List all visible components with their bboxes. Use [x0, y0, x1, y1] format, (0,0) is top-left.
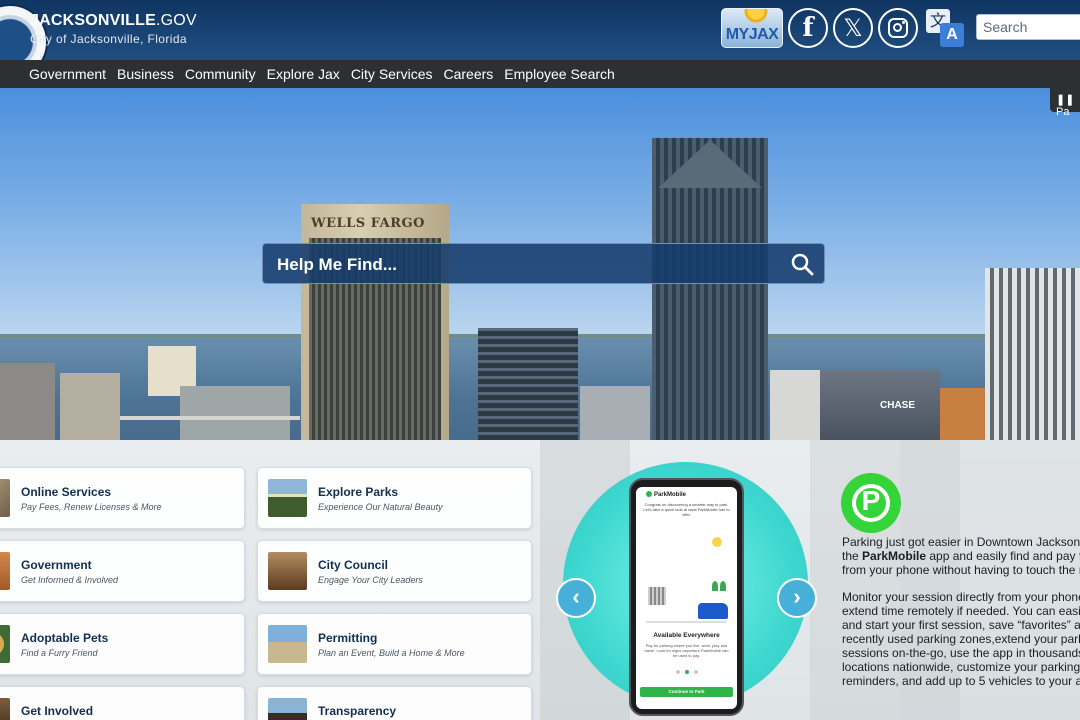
pm-line: locations nationwide, customize your par… [842, 660, 1080, 674]
card-subtitle: Pay Fees, Renew Licenses & More [21, 502, 162, 512]
parkmobile-logo: P [841, 473, 901, 533]
pm-line: Monitor your session directly from your … [842, 590, 1080, 604]
permitting-thumbnail [268, 625, 307, 663]
adoptable-pets-thumbnail [0, 625, 10, 663]
background-building [0, 363, 55, 440]
nav-item-community[interactable]: Community [185, 66, 256, 82]
background-building [180, 386, 290, 440]
card-subtitle: Find a Furry Friend [21, 648, 98, 658]
card-get-involved[interactable]: Get Involved [0, 686, 245, 720]
app-illustration [640, 531, 733, 629]
card-title: Government [21, 558, 92, 572]
pause-button[interactable]: ❚❚ Pa [1050, 88, 1080, 118]
wells-fargo-building: WELLS FARGO [301, 204, 449, 440]
background-building [60, 373, 120, 440]
nav-item-government[interactable]: Government [29, 66, 106, 82]
background-building [985, 268, 1080, 440]
background-building [940, 388, 986, 440]
translate-icon[interactable]: 文A [926, 9, 966, 49]
site-title-suffix: .GOV [155, 12, 197, 29]
building-sign: WELLS FARGO [311, 216, 425, 231]
carousel-next-button[interactable]: › [777, 578, 817, 618]
pm-line: sessions on-the-go, use the app in thous… [842, 646, 1080, 660]
card-adoptable-pets[interactable]: Adoptable Pets Find a Furry Friend [0, 613, 245, 675]
pm-line: from your phone without having to touch … [842, 563, 1080, 577]
main-nav: Government Business Community Explore Ja… [0, 60, 1080, 88]
card-online-services[interactable]: Online Services Pay Fees, Renew Licenses… [0, 467, 245, 529]
pm-line: and start your first session, save “favo… [842, 618, 1080, 632]
city-council-thumbnail [268, 552, 307, 590]
card-title: Transparency [318, 704, 397, 718]
government-thumbnail [0, 552, 10, 590]
nav-item-employee-search[interactable]: Employee Search [504, 66, 615, 82]
card-explore-parks[interactable]: Explore Parks Experience Our Natural Bea… [257, 467, 532, 529]
myjax-label: MYJAX [725, 26, 779, 43]
card-title: Get Involved [21, 704, 94, 718]
pm-line: Parking just got easier in Downtown Jack… [842, 535, 1080, 549]
card-title: Permitting [318, 631, 378, 645]
app-name: ParkMobile [646, 491, 686, 498]
facebook-icon[interactable]: f [788, 8, 828, 48]
continue-button: Continue to Park [640, 687, 733, 697]
site-title-main: JACKSONVILLE [30, 12, 156, 29]
instagram-icon[interactable] [878, 8, 918, 48]
online-services-thumbnail [0, 479, 10, 517]
card-subtitle: Engage Your City Leaders [318, 575, 423, 585]
myjax-button[interactable]: MYJAX [721, 8, 783, 48]
help-me-find-search[interactable]: Help Me Find... [262, 243, 825, 284]
card-subtitle: Plan an Event, Build a Home & More [318, 648, 465, 658]
phone-screen: ParkMobile Congrats on discovering a sma… [636, 487, 737, 709]
nav-item-city-services[interactable]: City Services [351, 66, 433, 82]
card-government[interactable]: Government Get Informed & Involved [0, 540, 245, 602]
background-building [580, 386, 650, 440]
card-title: Adoptable Pets [21, 631, 109, 645]
card-subtitle: Get Informed & Involved [21, 575, 119, 585]
card-city-council[interactable]: City Council Engage Your City Leaders [257, 540, 532, 602]
explore-parks-thumbnail [268, 479, 307, 517]
parkmobile-app-name: ParkMobile [862, 549, 927, 563]
app-description: Pay for parking where you live, work, pl… [644, 643, 729, 658]
card-transparency[interactable]: Transparency [257, 686, 532, 720]
pm-line: extend time remotely if needed. You can … [842, 604, 1080, 618]
nav-item-careers[interactable]: Careers [444, 66, 494, 82]
tower-spire [658, 140, 762, 188]
x-icon[interactable]: 𝕏 [833, 8, 873, 48]
site-title[interactable]: JACKSONVILLE.GOV [30, 12, 197, 30]
transparency-thumbnail [268, 698, 307, 720]
pm-line: reminders, and add up to 5 vehicles to y… [842, 674, 1080, 688]
parkmobile-phone-image: ParkMobile Congrats on discovering a sma… [629, 478, 744, 716]
help-me-find-label: Help Me Find... [277, 255, 397, 274]
background-building [770, 370, 820, 440]
sun-icon [744, 9, 768, 23]
site-subtitle: City of Jacksonville, Florida [30, 32, 187, 46]
site-header: JACKSONVILLE.GOV City of Jacksonville, F… [0, 0, 1080, 88]
search-icon[interactable] [790, 252, 814, 276]
chase-sign: CHASE [880, 400, 916, 411]
nav-item-business[interactable]: Business [117, 66, 174, 82]
parkmobile-description: Parking just got easier in Downtown Jack… [842, 535, 1080, 701]
app-headline: Available Everywhere [653, 632, 720, 639]
pm-line: app and easily find and pay for p [929, 549, 1080, 563]
parkmobile-logo-letter: P [861, 485, 881, 516]
search-input[interactable]: Search [976, 14, 1080, 40]
pause-label: Pa [1056, 106, 1070, 118]
page-dots [676, 670, 698, 674]
card-title: Explore Parks [318, 485, 399, 499]
nav-item-explore-jax[interactable]: Explore Jax [267, 66, 340, 82]
app-intro-text: Congrats on discovering a smarter way to… [643, 502, 730, 517]
card-permitting[interactable]: Permitting Plan an Event, Build a Home &… [257, 613, 532, 675]
bridge [120, 416, 300, 420]
carousel-prev-button[interactable]: ‹ [556, 578, 596, 618]
get-involved-thumbnail [0, 698, 10, 720]
vystar-building [478, 328, 578, 440]
car-icon [698, 603, 728, 619]
card-title: Online Services [21, 485, 112, 499]
card-title: City Council [318, 558, 389, 572]
card-subtitle: Experience Our Natural Beauty [318, 502, 443, 512]
pm-line: the [842, 549, 863, 563]
pm-line: recently used parking zones,extend your … [842, 632, 1080, 646]
